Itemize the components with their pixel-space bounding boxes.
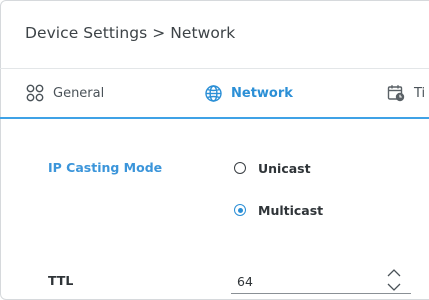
ttl-value: 64 (237, 274, 253, 289)
ttl-input[interactable]: 64 (231, 262, 411, 294)
radio-unicast-label: Unicast (258, 160, 311, 176)
ttl-label: TTL (48, 273, 74, 288)
ttl-stepper[interactable] (385, 267, 403, 293)
radio-multicast-circle[interactable] (234, 204, 246, 216)
tab-network-label: Network (231, 85, 293, 101)
ttl-underline (231, 293, 411, 294)
active-tab-indicator (0, 117, 429, 119)
radio-multicast[interactable]: Multicast (234, 201, 323, 219)
tab-time-label: Ti (414, 85, 426, 101)
tab-time[interactable]: Ti (386, 81, 425, 105)
tab-general-label: General (53, 85, 105, 101)
radio-unicast-circle[interactable] (234, 162, 246, 174)
calendar-clock-icon (386, 83, 406, 103)
radio-unicast[interactable]: Unicast (234, 159, 311, 177)
tab-network[interactable]: Network (203, 81, 293, 105)
radio-multicast-label: Multicast (258, 202, 324, 218)
chevron-down-icon (387, 283, 401, 291)
globe-icon (203, 83, 223, 103)
grid-icon (25, 83, 45, 103)
chevron-up-icon (387, 269, 401, 277)
settings-panel (0, 0, 429, 300)
breadcrumb: Device Settings > Network (25, 24, 236, 42)
ip-casting-mode-label: IP Casting Mode (48, 160, 163, 175)
tab-bar: General Network Ti (0, 69, 429, 119)
tab-general[interactable]: General (25, 81, 104, 105)
